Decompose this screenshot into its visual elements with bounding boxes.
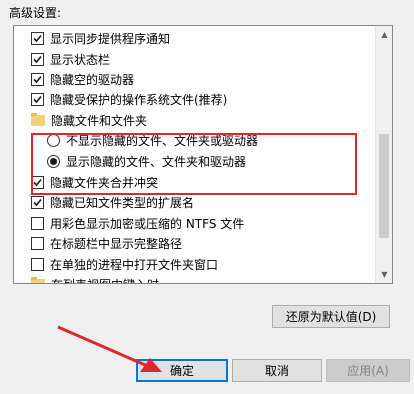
checkbox-unchecked-icon[interactable] xyxy=(31,257,44,271)
item-label: 隐藏受保护的操作系统文件(推荐) xyxy=(50,92,228,107)
item-label: 隐藏已知文件类型的扩展名 xyxy=(50,195,195,210)
checkbox-item[interactable]: 隐藏已知文件类型的扩展名 xyxy=(31,192,194,212)
item-label: 不显示隐藏的文件、文件夹或驱动器 xyxy=(66,133,259,148)
folder-group-item: 在列表视图中键入时 xyxy=(31,274,159,284)
checkbox-checked-icon[interactable] xyxy=(31,31,44,45)
checkbox-item[interactable]: 显示状态栏 xyxy=(31,49,110,69)
folder-group-item: 隐藏文件和文件夹 xyxy=(31,110,147,130)
vertical-scrollbar[interactable]: ▲ ▼ xyxy=(375,26,392,283)
checkbox-unchecked-icon[interactable] xyxy=(31,216,44,230)
radio-item[interactable]: 不显示隐藏的文件、文件夹或驱动器 xyxy=(47,130,258,150)
section-label: 高级设置: xyxy=(9,6,62,20)
checkbox-checked-icon[interactable] xyxy=(31,195,44,209)
item-label: 显示隐藏的文件、文件夹和驱动器 xyxy=(66,154,247,169)
item-label: 在单独的进程中打开文件夹窗口 xyxy=(50,257,219,272)
item-label: 隐藏文件夹合并冲突 xyxy=(50,175,159,190)
scroll-down-arrow-icon[interactable]: ▼ xyxy=(376,266,392,283)
checkbox-item[interactable]: 用彩色显示加密或压缩的 NTFS 文件 xyxy=(31,213,244,233)
checkbox-item[interactable]: 隐藏受保护的操作系统文件(推荐) xyxy=(31,89,227,109)
item-label: 在标题栏中显示完整路径 xyxy=(50,236,183,251)
apply-button[interactable]: 应用(A) xyxy=(326,359,410,382)
checkbox-item[interactable]: 在标题栏中显示完整路径 xyxy=(31,233,182,253)
item-label: 在列表视图中键入时 xyxy=(51,276,159,284)
checkbox-item[interactable]: 隐藏文件夹合并冲突 xyxy=(31,172,158,192)
checkbox-checked-icon[interactable] xyxy=(31,175,44,189)
scroll-thumb[interactable] xyxy=(379,134,389,238)
scroll-up-arrow-icon[interactable]: ▲ xyxy=(376,26,392,43)
checkbox-item[interactable]: 在单独的进程中打开文件夹窗口 xyxy=(31,254,218,274)
radio-unselected-icon[interactable] xyxy=(47,133,60,147)
checkbox-item[interactable]: 隐藏空的驱动器 xyxy=(31,69,134,89)
item-label: 隐藏空的驱动器 xyxy=(50,72,135,87)
checkbox-checked-icon[interactable] xyxy=(31,72,44,86)
item-label: 显示状态栏 xyxy=(50,52,111,67)
item-label: 用彩色显示加密或压缩的 NTFS 文件 xyxy=(50,216,245,231)
ok-button[interactable]: 确定 xyxy=(136,359,228,382)
checkbox-item[interactable]: 显示同步提供程序通知 xyxy=(31,28,170,48)
radio-selected-icon[interactable] xyxy=(47,154,60,168)
item-label: 隐藏文件和文件夹 xyxy=(51,113,148,128)
restore-defaults-button[interactable]: 还原为默认值(D) xyxy=(272,305,390,328)
advanced-settings-list[interactable]: 在列表视图中键入时 在单独的进程中打开文件夹窗口在标题栏中显示完整路径 用彩色显示加… xyxy=(13,25,393,284)
folder-icon xyxy=(31,112,45,126)
checkbox-checked-icon[interactable] xyxy=(31,52,44,66)
folder-icon xyxy=(31,276,45,283)
checkbox-checked-icon[interactable] xyxy=(31,92,44,106)
checkbox-unchecked-icon[interactable] xyxy=(31,236,44,250)
cancel-button[interactable]: 取消 xyxy=(232,359,322,382)
item-label: 显示同步提供程序通知 xyxy=(50,31,171,46)
radio-item[interactable]: 显示隐藏的文件、文件夹和驱动器 xyxy=(47,151,246,171)
